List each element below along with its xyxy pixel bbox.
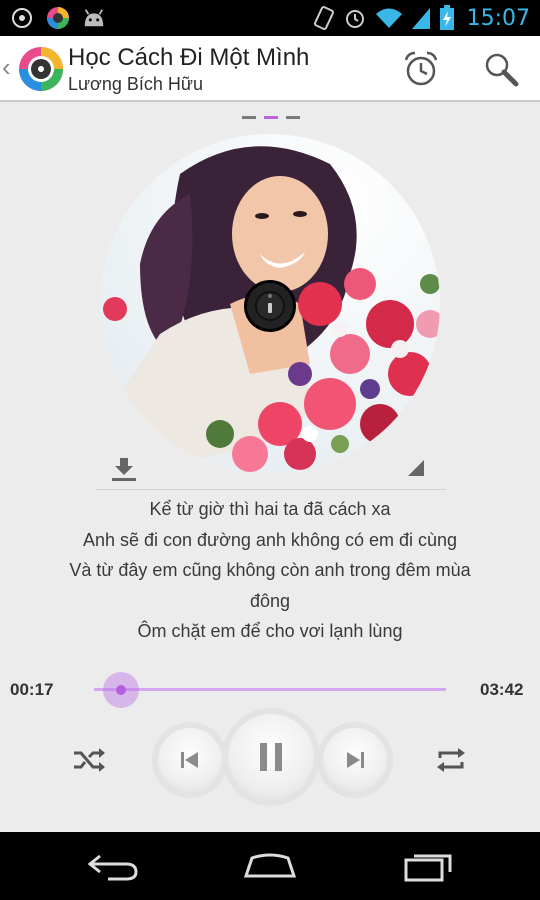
lyric-line: Và từ đây em cũng không còn anh trong đê… — [69, 560, 471, 580]
page-dot — [286, 116, 300, 119]
app-logo[interactable] — [18, 46, 64, 92]
lyrics-panel[interactable]: Kể từ giờ thì hai ta đã cách xa Anh sẽ đ… — [30, 494, 510, 647]
lyric-line: Kể từ giờ thì hai ta đã cách xa — [149, 499, 391, 519]
lyric-line: đông — [249, 590, 291, 611]
battery-icon — [439, 5, 454, 30]
status-time: 15:07 — [466, 5, 530, 31]
wifi-icon — [375, 8, 402, 28]
corner-expand-icon[interactable] — [408, 460, 424, 476]
next-button[interactable] — [323, 728, 387, 792]
album-center-knob[interactable] — [244, 280, 296, 332]
song-title: Học Cách Đi Một Mình — [68, 44, 310, 71]
alarm-icon — [345, 10, 364, 28]
navigation-bar — [0, 832, 540, 900]
pause-icon — [260, 743, 282, 771]
shuffle-icon[interactable] — [72, 746, 106, 774]
song-artist: Lương Bích Hữu — [68, 74, 203, 94]
lyrics-divider — [96, 489, 446, 490]
action-bar: ‹ Học Cách Đi Một Mình Lương Bích Hữu — [0, 36, 540, 102]
lyric-line: Ôm chặt em để cho vơi lạnh lùng — [137, 621, 403, 641]
page-dot-active — [264, 116, 278, 119]
play-pause-button[interactable] — [228, 714, 314, 800]
rotate-icon — [313, 6, 334, 30]
page-indicator — [242, 116, 300, 119]
elapsed-time: 00:17 — [10, 680, 54, 699]
total-time: 03:42 — [480, 680, 524, 699]
music-app-icon — [46, 6, 70, 30]
search-icon[interactable] — [482, 50, 520, 88]
home-icon[interactable] — [242, 850, 298, 880]
skip-previous-icon — [181, 752, 198, 768]
back-icon[interactable] — [86, 852, 140, 882]
skip-next-icon — [347, 752, 364, 768]
up-chevron-icon[interactable]: ‹ — [2, 52, 11, 83]
seek-thumb[interactable] — [103, 672, 140, 708]
page-dot — [242, 116, 256, 119]
seek-bar[interactable] — [94, 688, 446, 691]
alarm-clock-icon[interactable] — [402, 50, 440, 88]
previous-button[interactable] — [158, 728, 222, 792]
lyric-line: Anh sẽ đi con đường anh không có em đi c… — [82, 529, 458, 550]
repeat-icon[interactable] — [434, 746, 468, 774]
android-icon — [82, 6, 106, 30]
notification-app-icon — [10, 6, 34, 30]
status-bar: 15:07 — [0, 0, 540, 36]
recent-apps-icon[interactable] — [402, 850, 456, 882]
signal-icon — [411, 8, 430, 29]
download-icon[interactable] — [110, 456, 138, 482]
